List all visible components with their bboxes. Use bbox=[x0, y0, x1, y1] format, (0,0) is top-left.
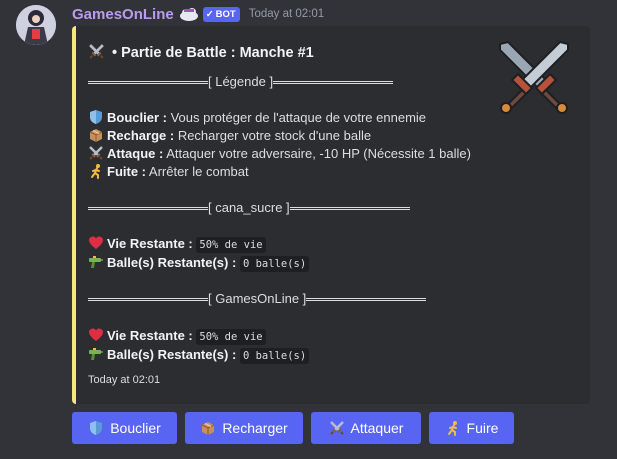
life-value: 50% de vie bbox=[196, 329, 266, 345]
legend-label: Fuite : bbox=[107, 164, 146, 179]
crossed-swords-icon bbox=[329, 421, 344, 435]
recharger-button-label: Recharger bbox=[222, 420, 288, 436]
legend-text: Recharger votre stock d'une balle bbox=[174, 128, 372, 143]
water-pistol-icon bbox=[89, 348, 103, 360]
recharger-button[interactable]: Recharger bbox=[185, 412, 303, 444]
message-timestamp: Today at 02:01 bbox=[248, 8, 325, 20]
life-label: Vie Restante : bbox=[107, 236, 193, 251]
embed-title: • Partie de Battle : Manche #1 bbox=[112, 45, 314, 61]
ammo-value: 0 balle(s) bbox=[239, 256, 310, 272]
life-value: 50% de vie bbox=[196, 237, 266, 253]
player2-separator: [ GamesOnLine ] bbox=[88, 291, 427, 306]
player1-ammo: Balle(s) Restante(s) : 0 balle(s) bbox=[88, 254, 310, 272]
heart-icon bbox=[89, 328, 103, 341]
bouclier-button-label: Bouclier bbox=[110, 420, 161, 436]
crossed-swords-icon bbox=[89, 146, 103, 160]
package-icon bbox=[89, 129, 103, 142]
legend-label: Bouclier : bbox=[107, 110, 167, 125]
attaquer-button[interactable]: Attaquer bbox=[311, 412, 421, 444]
player2-separator-label: [ GamesOnLine ] bbox=[208, 291, 307, 306]
shield-icon bbox=[90, 110, 102, 124]
ammo-label: Balle(s) Restante(s) : bbox=[107, 347, 237, 362]
fuire-button-label: Fuire bbox=[466, 420, 499, 436]
legend-separator-label: [ Légende ] bbox=[208, 74, 274, 89]
cloud-badge-icon bbox=[179, 6, 199, 22]
crossed-swords-icon bbox=[499, 40, 569, 114]
player1-separator-label: [ cana_sucre ] bbox=[208, 200, 290, 215]
player2-life: Vie Restante : 50% de vie bbox=[88, 327, 266, 345]
author-name[interactable]: GamesOnLine bbox=[72, 6, 174, 23]
bot-tag: ✓ BOT bbox=[202, 6, 240, 22]
player1-life: Vie Restante : 50% de vie bbox=[88, 235, 266, 253]
running-person-icon bbox=[447, 421, 457, 436]
fuire-button[interactable]: Fuire bbox=[429, 412, 514, 444]
embed-footer: Today at 02:01 bbox=[88, 374, 161, 386]
message-header: GamesOnLine ✓ BOT Today at 02:01 bbox=[72, 3, 324, 25]
legend-label: Attaque : bbox=[107, 146, 164, 161]
legend-text: Arrêter le combat bbox=[146, 164, 249, 179]
legend-text: Attaquer votre adversaire, -10 HP (Néces… bbox=[163, 146, 471, 161]
check-icon: ✓ bbox=[205, 8, 214, 20]
water-pistol-icon bbox=[89, 256, 103, 268]
life-label: Vie Restante : bbox=[107, 328, 193, 343]
legend-item-recharge: Recharge : Recharger votre stock d'une b… bbox=[88, 127, 371, 143]
embed-title-line: • Partie de Battle : Manche #1 bbox=[88, 43, 314, 61]
heart-icon bbox=[89, 236, 103, 249]
player2-ammo: Balle(s) Restante(s) : 0 balle(s) bbox=[88, 346, 310, 364]
package-icon bbox=[202, 422, 215, 435]
running-person-icon bbox=[91, 164, 100, 179]
legend-item-attack: Attaque : Attaquer votre adversaire, -10… bbox=[88, 145, 471, 161]
legend-item-shield: Bouclier : Vous protéger de l'attaque de… bbox=[88, 109, 426, 125]
legend-separator: [ Légende ] bbox=[88, 74, 394, 89]
legend-text: Vous protéger de l'attaque de votre enne… bbox=[166, 110, 427, 125]
ammo-label: Balle(s) Restante(s) : bbox=[107, 255, 237, 270]
legend-item-flee: Fuite : Arrêter le combat bbox=[88, 163, 249, 179]
legend-label: Recharge : bbox=[107, 128, 175, 143]
bot-tag-label: BOT bbox=[215, 8, 236, 20]
embed-card: • Partie de Battle : Manche #1 [ Légende… bbox=[72, 26, 590, 404]
player1-separator: [ cana_sucre ] bbox=[88, 200, 410, 215]
attaquer-button-label: Attaquer bbox=[350, 420, 404, 436]
shield-icon bbox=[90, 421, 103, 435]
avatar[interactable] bbox=[16, 5, 56, 45]
crossed-swords-icon bbox=[89, 44, 104, 59]
ammo-value: 0 balle(s) bbox=[239, 348, 310, 364]
bouclier-button[interactable]: Bouclier bbox=[72, 412, 177, 444]
crossed-swords-thumbnail[interactable] bbox=[494, 38, 574, 118]
